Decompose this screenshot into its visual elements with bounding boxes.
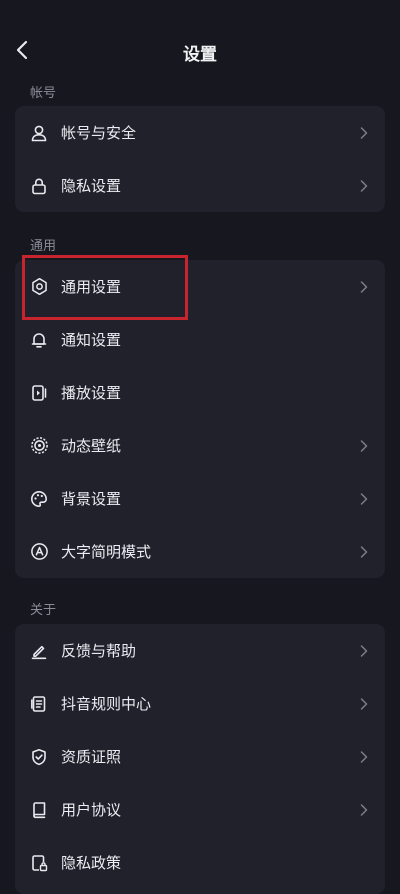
play-card-icon <box>29 383 49 403</box>
settings-item-label: 反馈与帮助 <box>61 642 137 660</box>
person-icon <box>29 123 49 143</box>
chevron-right-icon <box>359 697 369 711</box>
settings-item-account-security[interactable]: 帐号与安全 <box>15 106 385 159</box>
pencil-icon <box>29 641 49 661</box>
shield-check-icon <box>29 747 49 767</box>
section-label-account: 帐号 <box>30 86 57 101</box>
chevron-right-icon <box>359 803 369 817</box>
wallpaper-icon <box>29 436 49 456</box>
general-card: 通用设置 通知设置 播放设置 动态壁纸 背景设置 大字简明模式 <box>15 260 385 578</box>
gear-icon <box>29 277 49 297</box>
settings-item-live-wallpaper[interactable]: 动态壁纸 <box>15 419 385 472</box>
settings-item-label: 抖音规则中心 <box>61 695 152 713</box>
settings-item-label: 隐私政策 <box>61 854 122 872</box>
chevron-right-icon <box>359 545 369 559</box>
lock-document-icon <box>29 853 49 873</box>
book-icon <box>29 800 49 820</box>
settings-item-feedback-help[interactable]: 反馈与帮助 <box>15 624 385 677</box>
settings-item-label: 用户协议 <box>61 801 122 819</box>
chevron-right-icon <box>359 492 369 506</box>
settings-item-playback-settings[interactable]: 播放设置 <box>15 366 385 419</box>
settings-item-notification-settings[interactable]: 通知设置 <box>15 313 385 366</box>
chevron-right-icon <box>359 439 369 453</box>
page-title: 设置 <box>183 45 217 65</box>
settings-item-background-settings[interactable]: 背景设置 <box>15 472 385 525</box>
document-icon <box>29 694 49 714</box>
settings-item-label: 帐号与安全 <box>61 124 137 142</box>
chevron-right-icon <box>359 126 369 140</box>
chevron-right-icon <box>359 750 369 764</box>
settings-item-rules-center[interactable]: 抖音规则中心 <box>15 677 385 730</box>
account-card: 帐号与安全 隐私设置 <box>15 106 385 212</box>
settings-item-privacy-settings[interactable]: 隐私设置 <box>15 159 385 212</box>
settings-item-label: 通用设置 <box>61 278 122 296</box>
settings-item-privacy-policy[interactable]: 隐私政策 <box>15 836 385 889</box>
palette-icon <box>29 489 49 509</box>
settings-item-qualifications[interactable]: 资质证照 <box>15 730 385 783</box>
chevron-right-icon <box>359 280 369 294</box>
header-bar: 设置 <box>0 0 400 80</box>
chevron-right-icon <box>359 179 369 193</box>
settings-item-label: 资质证照 <box>61 748 122 766</box>
section-label-about: 关于 <box>30 603 57 618</box>
settings-item-label: 隐私设置 <box>61 177 122 195</box>
lock-icon <box>29 176 49 196</box>
settings-item-label: 通知设置 <box>61 331 122 349</box>
about-card: 反馈与帮助 抖音规则中心 资质证照 用户协议 隐私政策 <box>15 624 385 894</box>
section-label-general: 通用 <box>30 239 57 254</box>
settings-item-label: 大字简明模式 <box>61 543 152 561</box>
bell-icon <box>29 330 49 350</box>
settings-item-label: 背景设置 <box>61 490 122 508</box>
chevron-right-icon <box>359 644 369 658</box>
font-a-icon <box>29 542 49 562</box>
settings-item-label: 动态壁纸 <box>61 437 122 455</box>
settings-item-user-agreement[interactable]: 用户协议 <box>15 783 385 836</box>
settings-item-label: 播放设置 <box>61 384 122 402</box>
settings-item-large-font-mode[interactable]: 大字简明模式 <box>15 525 385 578</box>
settings-item-general-settings[interactable]: 通用设置 <box>15 260 385 313</box>
